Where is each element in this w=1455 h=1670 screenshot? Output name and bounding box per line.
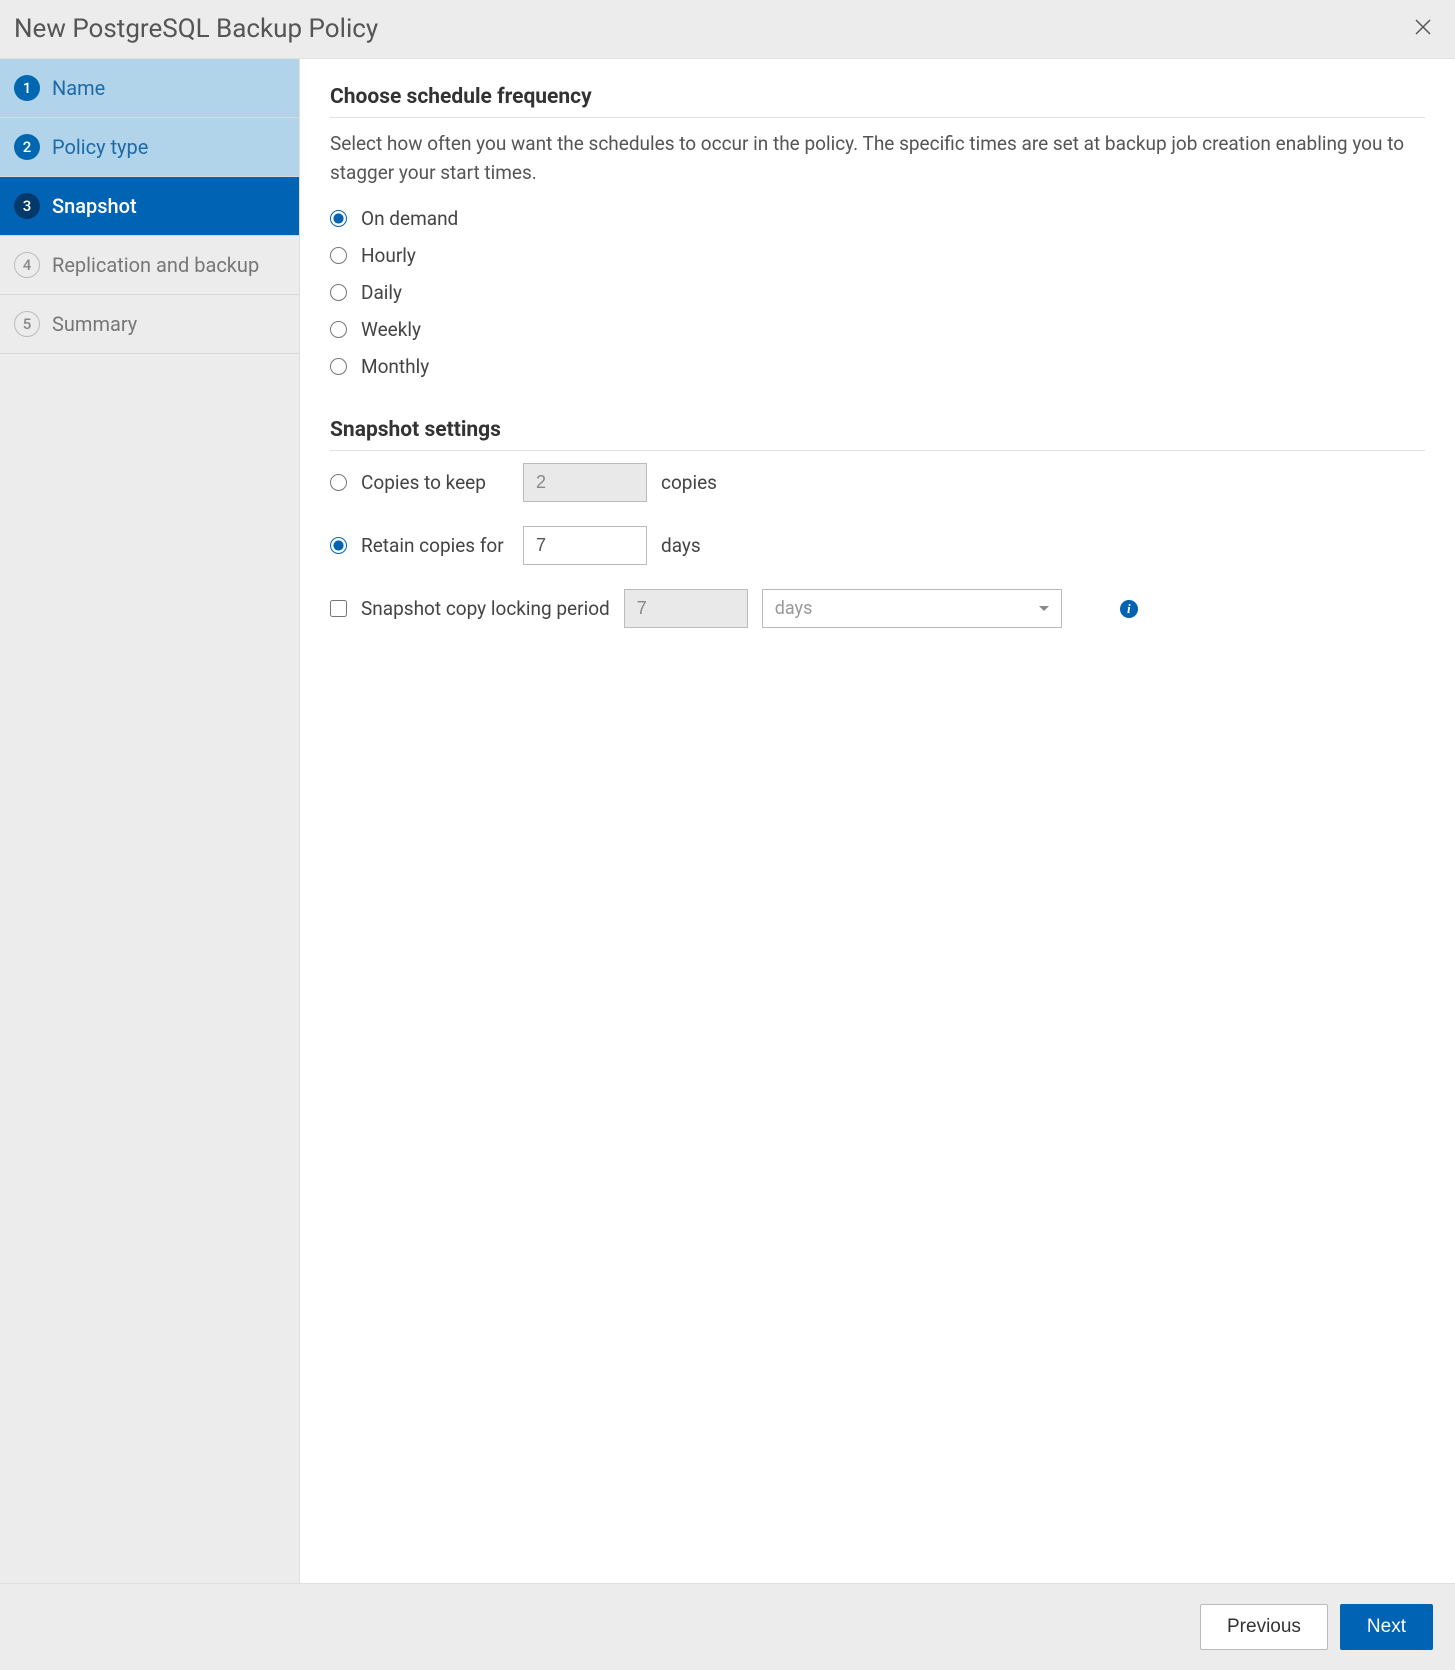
divider bbox=[330, 117, 1425, 118]
radio-hourly[interactable] bbox=[330, 247, 347, 264]
main-content: Choose schedule frequency Select how oft… bbox=[300, 59, 1455, 1583]
radio-label: Hourly bbox=[361, 244, 416, 267]
radio-weekly[interactable] bbox=[330, 321, 347, 338]
schedule-heading: Choose schedule frequency bbox=[330, 85, 1425, 109]
frequency-option-daily[interactable]: Daily bbox=[330, 281, 1425, 304]
retain-unit: days bbox=[661, 534, 701, 557]
divider bbox=[330, 450, 1425, 451]
step-label: Snapshot bbox=[52, 194, 137, 218]
radio-label: Weekly bbox=[361, 318, 421, 341]
radio-retain-copies[interactable] bbox=[330, 537, 347, 554]
step-label: Replication and backup bbox=[52, 253, 259, 277]
select-value: days bbox=[775, 598, 813, 619]
sidebar-step-snapshot[interactable]: 3 Snapshot bbox=[0, 177, 299, 236]
sidebar-step-policy-type[interactable]: 2 Policy type bbox=[0, 118, 299, 177]
sidebar-step-name[interactable]: 1 Name bbox=[0, 59, 299, 118]
step-number: 3 bbox=[14, 193, 40, 219]
dialog-body: 1 Name 2 Policy type 3 Snapshot 4 Replic… bbox=[0, 59, 1455, 1583]
sidebar-step-summary[interactable]: 5 Summary bbox=[0, 295, 299, 354]
radio-label: Daily bbox=[361, 281, 402, 304]
radio-daily[interactable] bbox=[330, 284, 347, 301]
copies-to-keep-input[interactable] bbox=[523, 463, 647, 502]
copies-unit: copies bbox=[661, 471, 717, 494]
radio-label: Monthly bbox=[361, 355, 429, 378]
retain-copies-input[interactable] bbox=[523, 526, 647, 565]
frequency-option-monthly[interactable]: Monthly bbox=[330, 355, 1425, 378]
step-number: 2 bbox=[14, 134, 40, 160]
radio-monthly[interactable] bbox=[330, 358, 347, 375]
retain-copies-label: Retain copies for bbox=[361, 534, 509, 557]
copies-to-keep-label: Copies to keep bbox=[361, 471, 509, 494]
close-button[interactable] bbox=[1411, 15, 1435, 43]
schedule-description: Select how often you want the schedules … bbox=[330, 130, 1425, 187]
snapshot-heading: Snapshot settings bbox=[330, 418, 1425, 442]
chevron-down-icon bbox=[1039, 606, 1049, 611]
locking-period-label: Snapshot copy locking period bbox=[361, 597, 610, 620]
step-label: Summary bbox=[52, 312, 137, 336]
close-icon bbox=[1411, 15, 1435, 39]
locking-period-row: Snapshot copy locking period days i bbox=[330, 589, 1425, 628]
step-number: 5 bbox=[14, 311, 40, 337]
previous-button[interactable]: Previous bbox=[1200, 1604, 1328, 1650]
retain-copies-row: Retain copies for days bbox=[330, 526, 1425, 565]
schedule-frequency-group: On demand Hourly Daily Weekly Monthly bbox=[330, 207, 1425, 378]
locking-period-input[interactable] bbox=[624, 589, 748, 628]
copies-to-keep-row: Copies to keep copies bbox=[330, 463, 1425, 502]
radio-on-demand[interactable] bbox=[330, 210, 347, 227]
radio-copies-to-keep[interactable] bbox=[330, 474, 347, 491]
wizard-sidebar: 1 Name 2 Policy type 3 Snapshot 4 Replic… bbox=[0, 59, 300, 1583]
radio-label: On demand bbox=[361, 207, 458, 230]
frequency-option-weekly[interactable]: Weekly bbox=[330, 318, 1425, 341]
frequency-option-on-demand[interactable]: On demand bbox=[330, 207, 1425, 230]
locking-unit-select[interactable]: days bbox=[762, 589, 1062, 628]
info-icon[interactable]: i bbox=[1120, 600, 1138, 618]
step-number: 4 bbox=[14, 252, 40, 278]
step-label: Policy type bbox=[52, 135, 148, 159]
dialog-new-backup-policy: New PostgreSQL Backup Policy 1 Name 2 Po… bbox=[0, 0, 1455, 1670]
next-button[interactable]: Next bbox=[1340, 1604, 1433, 1650]
step-label: Name bbox=[52, 76, 105, 100]
frequency-option-hourly[interactable]: Hourly bbox=[330, 244, 1425, 267]
dialog-header: New PostgreSQL Backup Policy bbox=[0, 0, 1455, 59]
checkbox-locking-period[interactable] bbox=[330, 600, 347, 617]
sidebar-step-replication[interactable]: 4 Replication and backup bbox=[0, 236, 299, 295]
dialog-footer: Previous Next bbox=[0, 1583, 1455, 1670]
step-number: 1 bbox=[14, 75, 40, 101]
dialog-title: New PostgreSQL Backup Policy bbox=[14, 14, 378, 44]
